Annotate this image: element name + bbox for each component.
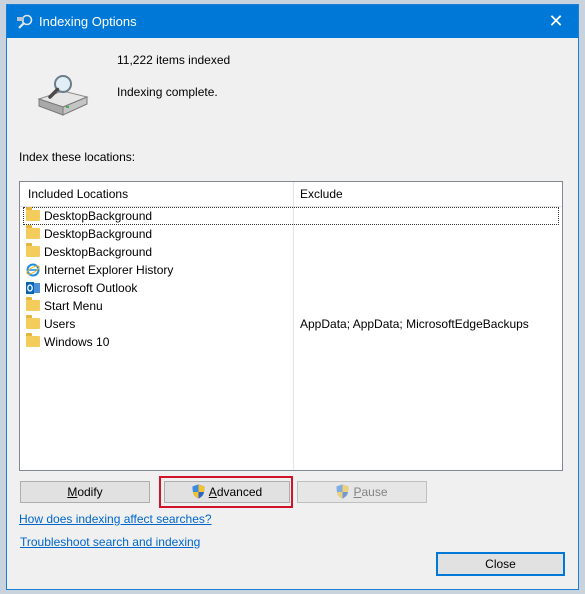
- location-name: DesktopBackground: [44, 209, 153, 223]
- table-row[interactable]: DesktopBackground: [20, 243, 562, 261]
- table-row[interactable]: Windows 10: [20, 333, 562, 351]
- indexing-status: Indexing complete.: [117, 85, 218, 99]
- advanced-button[interactable]: Advanced: [164, 481, 290, 503]
- location-name: DesktopBackground: [44, 227, 153, 241]
- folder-icon: [26, 297, 40, 312]
- location-name: DesktopBackground: [44, 245, 153, 259]
- location-name: Users: [44, 317, 76, 331]
- modify-button[interactable]: Modify: [20, 481, 150, 503]
- table-row[interactable]: DesktopBackground: [20, 225, 562, 243]
- location-name: Microsoft Outlook: [44, 281, 138, 295]
- location-name: Start Menu: [44, 299, 103, 313]
- close-button[interactable]: Close: [436, 552, 565, 576]
- indexing-options-window: Indexing Options ✕ 11,222 items indexed …: [6, 4, 579, 590]
- location-name: Internet Explorer History: [44, 263, 174, 277]
- folder-icon: [26, 207, 40, 222]
- uac-shield-icon: [192, 484, 205, 499]
- table-row[interactable]: Internet Explorer History: [20, 261, 562, 279]
- folder-icon: [26, 333, 40, 348]
- title-bar[interactable]: Indexing Options ✕: [7, 5, 578, 38]
- table-row[interactable]: DesktopBackground: [23, 207, 559, 225]
- column-header-included[interactable]: Included Locations: [28, 187, 128, 201]
- folder-icon: [26, 243, 40, 258]
- index-locations-label: Index these locations:: [19, 150, 136, 164]
- table-row[interactable]: Users AppData; AppData; MicrosoftEdgeBack…: [20, 315, 562, 333]
- column-header-exclude[interactable]: Exclude: [300, 187, 343, 201]
- locations-list[interactable]: Included Locations Exclude DesktopBackgr…: [19, 181, 563, 471]
- how-indexing-affects-searches-link[interactable]: How does indexing affect searches?: [19, 512, 212, 526]
- folder-icon: [26, 225, 40, 240]
- folder-icon: [26, 315, 40, 330]
- indexed-drive-icon: [33, 73, 91, 119]
- internet-explorer-icon: [26, 263, 40, 277]
- table-row[interactable]: Start Menu: [20, 297, 562, 315]
- location-exclusions: AppData; AppData; MicrosoftEdgeBackups: [300, 317, 529, 331]
- window-title: Indexing Options: [39, 14, 137, 29]
- outlook-icon: [26, 281, 40, 294]
- uac-shield-icon: [336, 484, 349, 499]
- list-header: Included Locations Exclude: [20, 182, 562, 207]
- pause-button[interactable]: Pause: [297, 481, 427, 503]
- items-indexed-count: 11,222 items indexed: [117, 53, 231, 67]
- close-window-button[interactable]: ✕: [534, 5, 578, 38]
- indexing-options-icon: [16, 13, 34, 31]
- troubleshoot-indexing-link[interactable]: Troubleshoot search and indexing: [20, 535, 200, 549]
- table-row[interactable]: Microsoft Outlook: [20, 279, 562, 297]
- location-name: Windows 10: [44, 335, 110, 349]
- location-rows: DesktopBackground DesktopBackground Deskto…: [20, 207, 562, 351]
